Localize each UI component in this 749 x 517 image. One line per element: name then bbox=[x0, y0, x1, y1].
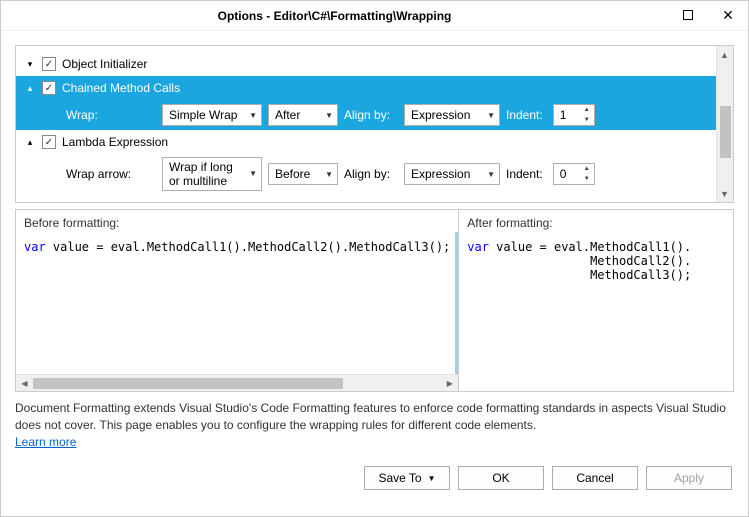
chevron-down-icon: ▼ bbox=[428, 474, 436, 483]
code-text: value = eval.MethodCall1(). bbox=[489, 240, 691, 254]
chevron-down-icon: ▼ bbox=[249, 169, 257, 179]
indent-label: Indent: bbox=[506, 108, 543, 122]
spin-down-icon[interactable]: ▼ bbox=[580, 115, 594, 125]
scrollbar-thumb[interactable] bbox=[33, 378, 343, 389]
dropdown-value: Expression bbox=[411, 167, 470, 181]
code-text: MethodCall3(); bbox=[467, 268, 691, 282]
button-label: OK bbox=[492, 471, 509, 485]
dropdown-value: Expression bbox=[411, 108, 470, 122]
code-keyword: var bbox=[467, 240, 489, 254]
before-header: Before formatting: bbox=[16, 210, 458, 236]
indent-spinner[interactable]: 0 ▲ ▼ bbox=[553, 163, 595, 185]
scroll-down-icon[interactable]: ▼ bbox=[716, 185, 733, 202]
align-by-dropdown[interactable]: Expression ▼ bbox=[404, 104, 500, 126]
description-text: Document Formatting extends Visual Studi… bbox=[15, 400, 734, 450]
chained-controls-row: Wrap: Simple Wrap ▼ After ▼ Align by: Ex… bbox=[16, 100, 733, 130]
indent-spinner[interactable]: 1 ▲ ▼ bbox=[553, 104, 595, 126]
description-body: Document Formatting extends Visual Studi… bbox=[15, 401, 726, 432]
dropdown-value: Wrap if long or multiline bbox=[169, 160, 245, 189]
learn-more-link[interactable]: Learn more bbox=[15, 435, 76, 449]
horizontal-scrollbar[interactable]: ◀ ▶ bbox=[16, 374, 458, 391]
node-label: Chained Method Calls bbox=[62, 81, 180, 95]
button-label: Apply bbox=[674, 471, 704, 485]
chevron-down-icon: ▼ bbox=[325, 170, 333, 179]
tree-node-object-initializer[interactable]: ▾ ✓ Object Initializer bbox=[16, 52, 733, 76]
chevron-down-icon: ▼ bbox=[249, 111, 257, 120]
tree-node-lambda-expression[interactable]: ▴ ✓ Lambda Expression bbox=[16, 130, 733, 154]
cancel-button[interactable]: Cancel bbox=[552, 466, 638, 490]
wrap-label: Wrap: bbox=[66, 108, 152, 122]
indent-label: Indent: bbox=[506, 167, 543, 181]
close-icon: ✕ bbox=[722, 7, 734, 24]
wrap-position-dropdown[interactable]: After ▼ bbox=[268, 104, 338, 126]
chevron-down-icon: ▼ bbox=[487, 170, 495, 179]
chevron-down-icon: ▼ bbox=[325, 111, 333, 120]
wrap-position-dropdown[interactable]: Before ▼ bbox=[268, 163, 338, 185]
maximize-icon bbox=[683, 9, 693, 23]
align-by-label: Align by: bbox=[344, 108, 394, 122]
scroll-left-icon[interactable]: ◀ bbox=[16, 375, 33, 392]
maximize-button[interactable] bbox=[668, 1, 708, 31]
ok-button[interactable]: OK bbox=[458, 466, 544, 490]
checkbox[interactable]: ✓ bbox=[42, 81, 56, 95]
spin-down-icon[interactable]: ▼ bbox=[580, 174, 594, 184]
save-to-button[interactable]: Save To ▼ bbox=[364, 466, 450, 490]
tree-node-chained-method-calls[interactable]: ▴ ✓ Chained Method Calls bbox=[16, 76, 733, 100]
spin-up-icon[interactable]: ▲ bbox=[580, 105, 594, 115]
before-code: var value = eval.MethodCall1().MethodCal… bbox=[16, 236, 458, 374]
code-text: value = eval.MethodCall1().MethodCall2()… bbox=[46, 240, 451, 254]
before-pane: Before formatting: var value = eval.Meth… bbox=[16, 210, 458, 391]
dialog-content: ▾ ✓ Object Initializer ▴ ✓ Chained Metho… bbox=[1, 31, 748, 498]
scrollbar-thumb[interactable] bbox=[720, 106, 731, 158]
button-label: Cancel bbox=[576, 471, 613, 485]
after-pane: After formatting: var value = eval.Metho… bbox=[458, 210, 733, 391]
checkbox[interactable]: ✓ bbox=[42, 57, 56, 71]
collapse-icon[interactable]: ▴ bbox=[24, 82, 36, 94]
close-button[interactable]: ✕ bbox=[708, 1, 748, 31]
lambda-controls-row: Wrap arrow: Wrap if long or multiline ▼ … bbox=[16, 154, 733, 194]
wrap-arrow-label: Wrap arrow: bbox=[66, 167, 152, 181]
dropdown-value: Simple Wrap bbox=[169, 108, 237, 122]
vertical-scrollbar[interactable]: ▲ ▼ bbox=[716, 46, 733, 202]
spinner-value: 1 bbox=[560, 108, 567, 122]
spin-up-icon[interactable]: ▲ bbox=[580, 164, 594, 174]
code-keyword: var bbox=[24, 240, 46, 254]
align-by-label: Align by: bbox=[344, 167, 394, 181]
options-tree: ▾ ✓ Object Initializer ▴ ✓ Chained Metho… bbox=[15, 45, 734, 203]
dialog-button-row: Save To ▼ OK Cancel Apply bbox=[15, 466, 734, 490]
preview-area: Before formatting: var value = eval.Meth… bbox=[15, 209, 734, 392]
collapse-icon[interactable]: ▴ bbox=[24, 136, 36, 148]
scroll-right-icon[interactable]: ▶ bbox=[441, 375, 458, 392]
node-label: Object Initializer bbox=[62, 57, 147, 71]
align-by-dropdown[interactable]: Expression ▼ bbox=[404, 163, 500, 185]
checkbox[interactable]: ✓ bbox=[42, 135, 56, 149]
window-title: Options - Editor\C#\Formatting\Wrapping bbox=[1, 9, 668, 23]
dropdown-value: After bbox=[275, 108, 300, 122]
apply-button[interactable]: Apply bbox=[646, 466, 732, 490]
wrap-mode-dropdown[interactable]: Simple Wrap ▼ bbox=[162, 104, 262, 126]
code-text: MethodCall2(). bbox=[467, 254, 691, 268]
spinner-value: 0 bbox=[560, 167, 567, 181]
after-code: var value = eval.MethodCall1(). MethodCa… bbox=[459, 236, 733, 391]
expand-icon[interactable]: ▾ bbox=[24, 58, 36, 70]
title-bar: Options - Editor\C#\Formatting\Wrapping … bbox=[1, 1, 748, 31]
button-label: Save To bbox=[378, 471, 421, 485]
dropdown-value: Before bbox=[275, 167, 310, 181]
after-header: After formatting: bbox=[459, 210, 733, 236]
wrap-arrow-dropdown[interactable]: Wrap if long or multiline ▼ bbox=[162, 157, 262, 191]
chevron-down-icon: ▼ bbox=[487, 111, 495, 120]
node-label: Lambda Expression bbox=[62, 135, 168, 149]
scroll-up-icon[interactable]: ▲ bbox=[716, 46, 733, 63]
